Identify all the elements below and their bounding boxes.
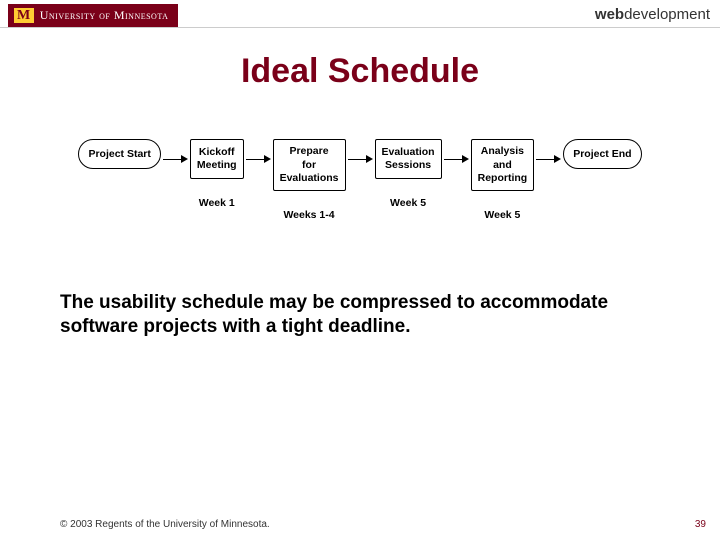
slide-header: M University of Minnesota webdevelopment: [0, 0, 720, 28]
week-label-3: Week 5: [390, 197, 426, 209]
node-analysis-reporting: AnalysisandReporting: [471, 139, 535, 190]
node-kickoff-meeting: KickoffMeeting: [190, 139, 244, 179]
schedule-flow-diagram: Project Start KickoffMeeting Week 1 Prep…: [0, 139, 720, 220]
arrow-icon: [161, 139, 190, 179]
week-label-2: Weeks 1-4: [283, 209, 334, 221]
page-number: 39: [695, 519, 706, 530]
arrow-icon: [346, 139, 375, 179]
arrow-icon: [534, 139, 563, 179]
arrow-icon: [442, 139, 471, 179]
umn-logo: M University of Minnesota: [8, 4, 178, 27]
brand-bold-part: web: [595, 6, 624, 23]
webdevelopment-wordmark: webdevelopment: [595, 4, 710, 23]
body-paragraph: The usability schedule may be compressed…: [60, 291, 660, 340]
brand-rest-part: development: [624, 6, 710, 23]
slide-title: Ideal Schedule: [0, 52, 720, 91]
slide-footer: © 2003 Regents of the University of Minn…: [0, 519, 720, 530]
node-project-end: Project End: [563, 139, 641, 169]
node-project-start: Project Start: [78, 139, 160, 169]
week-label-4: Week 5: [484, 209, 520, 221]
node-evaluation-sessions: EvaluationSessions: [375, 139, 442, 179]
umn-logo-text: University of Minnesota: [40, 8, 169, 23]
umn-block-m-icon: M: [14, 8, 34, 23]
node-prepare-evaluations: PrepareforEvaluations: [273, 139, 346, 190]
copyright-text: © 2003 Regents of the University of Minn…: [60, 519, 270, 530]
arrow-icon: [244, 139, 273, 179]
week-label-1: Week 1: [199, 197, 235, 209]
